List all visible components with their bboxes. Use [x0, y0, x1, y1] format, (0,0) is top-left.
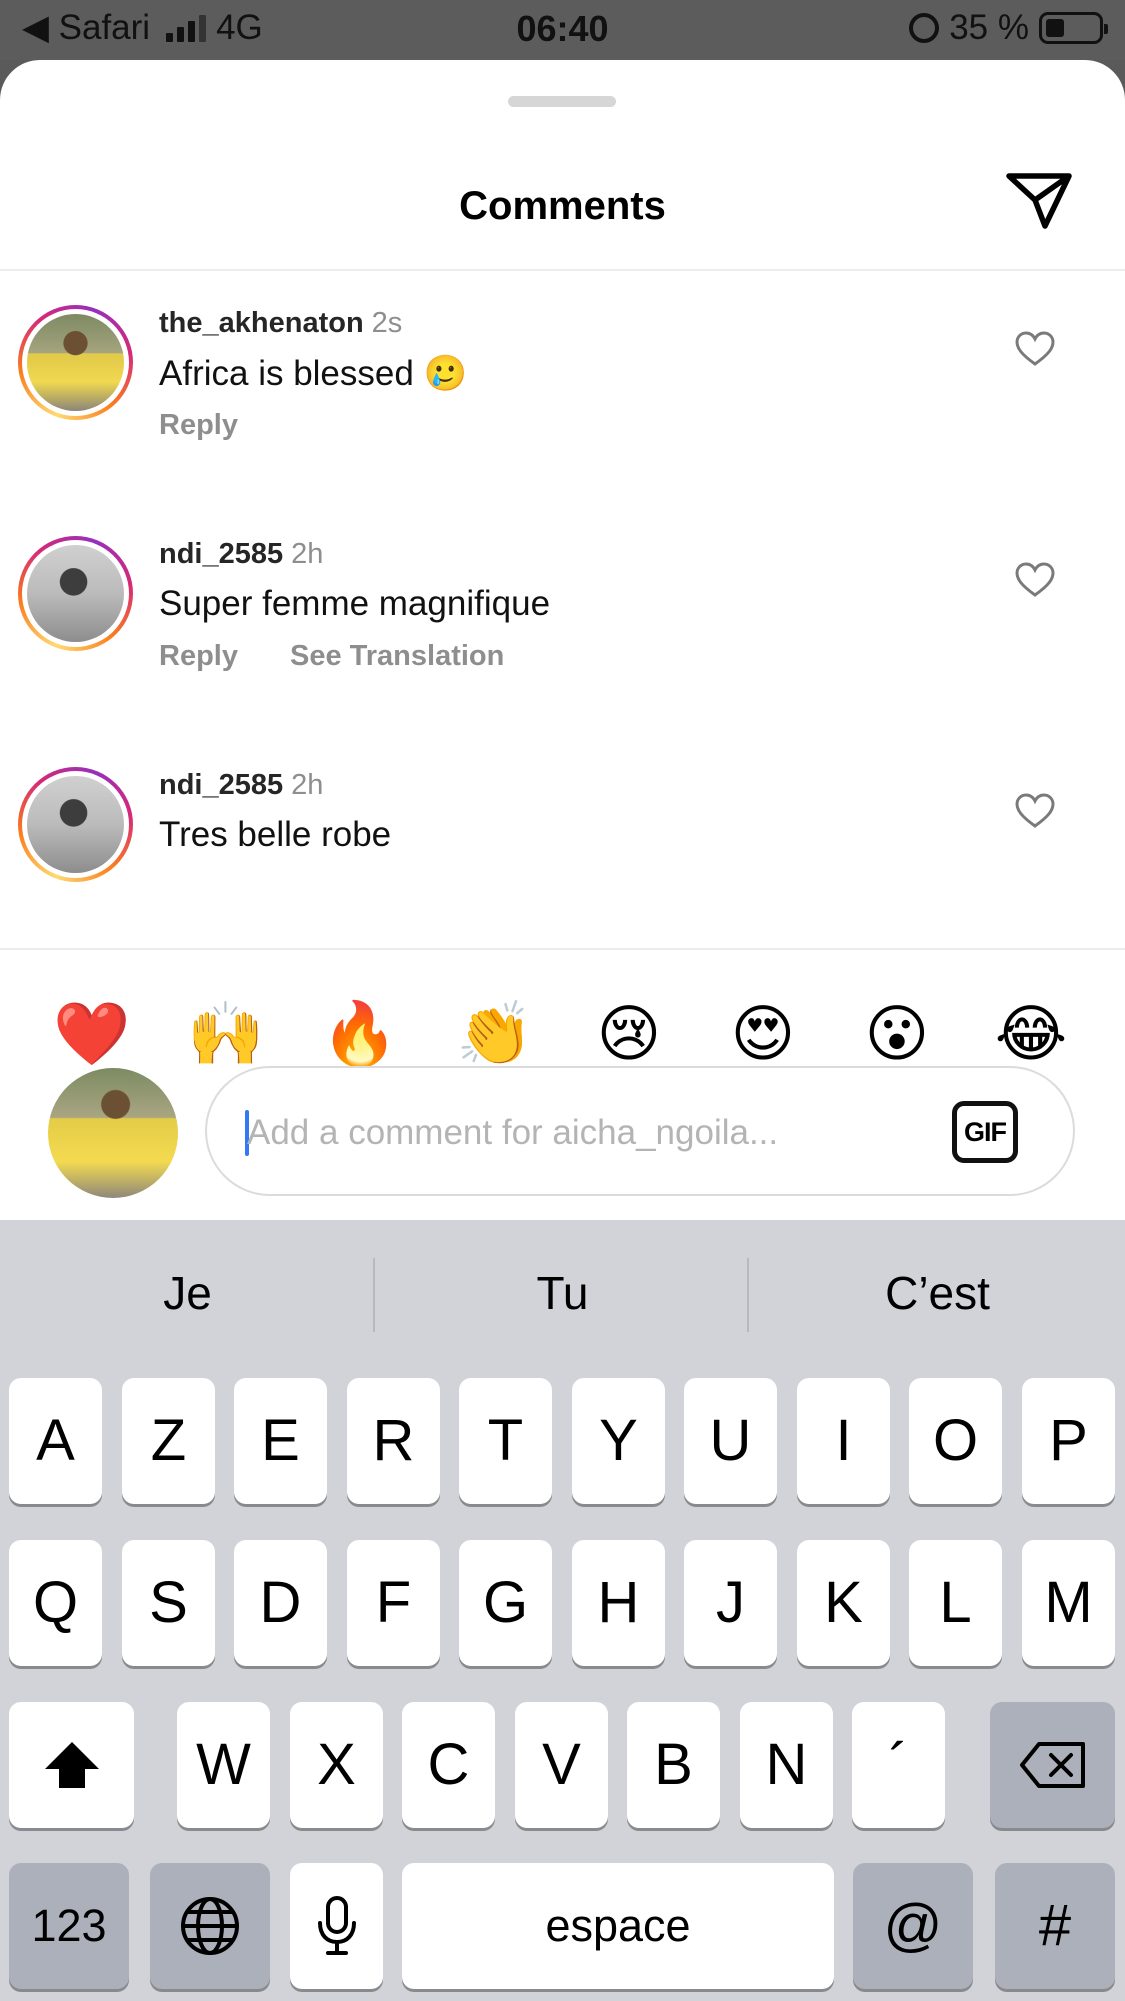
keyboard: Je Tu C’est A Z E R T Y U I O P Q S D F … [0, 1220, 1125, 2001]
battery-icon [1039, 12, 1108, 44]
comment-username[interactable]: ndi_2585 [159, 538, 283, 570]
reply-button[interactable]: Reply [159, 409, 238, 442]
comment-text: Africa is blessed 🥲 [159, 354, 468, 393]
key-a[interactable]: A [9, 1378, 102, 1504]
key-v[interactable]: V [515, 1702, 608, 1828]
key-z[interactable]: Z [122, 1378, 215, 1504]
globe-key[interactable] [150, 1863, 270, 1989]
reaction-heart-icon[interactable]: ❤️ [52, 994, 132, 1074]
sheet-grabber[interactable] [508, 96, 616, 107]
comment-input-field[interactable]: GIF [205, 1066, 1075, 1196]
comment-header: the_akhenaton 2s [159, 307, 402, 340]
comment-item: ndi_2585 2h Tres belle robe [0, 733, 1125, 948]
reactions-divider [0, 948, 1125, 950]
reaction-clap-icon[interactable]: 👏 [455, 994, 535, 1074]
avatar[interactable] [18, 767, 133, 882]
at-key[interactable]: @ [853, 1863, 973, 1989]
comment-item: ndi_2585 2h Super femme magnifique Reply … [0, 502, 1125, 733]
key-m[interactable]: M [1022, 1540, 1115, 1666]
key-c[interactable]: C [402, 1702, 495, 1828]
comment-time: 2s [371, 307, 403, 339]
alarm-icon [909, 13, 940, 43]
suggestion-separator [747, 1258, 749, 1332]
comment-input[interactable] [247, 1098, 907, 1168]
hash-key[interactable]: # [995, 1863, 1115, 1989]
key-u[interactable]: U [684, 1378, 777, 1504]
delete-key[interactable] [990, 1702, 1115, 1828]
see-translation-button[interactable]: See Translation [290, 640, 504, 673]
comment-username[interactable]: the_akhenaton [159, 307, 364, 339]
shift-key[interactable] [9, 1702, 134, 1828]
comment-header: ndi_2585 2h [159, 538, 323, 571]
comment-text: Tres belle robe [159, 815, 392, 854]
comment-time: 2h [291, 538, 324, 570]
comment-text: Super femme magnifique [159, 584, 551, 623]
send-icon[interactable] [1005, 170, 1075, 232]
suggestion-3[interactable]: C’est [750, 1266, 1125, 1320]
numbers-key[interactable]: 123 [9, 1863, 129, 1989]
avatar-photo [27, 776, 124, 873]
comments-sheet: Comments the_akhenaton 2s Africa is bless… [0, 60, 1125, 1220]
key-e[interactable]: E [234, 1378, 327, 1504]
reaction-laughing-icon[interactable]: 😂 [991, 994, 1071, 1074]
reaction-heart-eyes-icon[interactable]: 😍 [723, 994, 803, 1074]
dictation-key[interactable] [290, 1863, 383, 1989]
comment-actions: Reply See Translation [159, 640, 504, 673]
current-user-avatar [48, 1068, 178, 1198]
key-r[interactable]: R [347, 1378, 440, 1504]
key-g[interactable]: G [459, 1540, 552, 1666]
page-title: Comments [459, 184, 666, 228]
key-l[interactable]: L [909, 1540, 1002, 1666]
avatar[interactable] [18, 305, 133, 420]
microphone-icon [317, 1896, 356, 1955]
comment-username[interactable]: ndi_2585 [159, 769, 283, 801]
key-accent[interactable]: ´ [852, 1702, 945, 1828]
status-right: 35 % [909, 8, 1108, 48]
key-t[interactable]: T [459, 1378, 552, 1504]
key-i[interactable]: I [797, 1378, 890, 1504]
key-w[interactable]: W [177, 1702, 270, 1828]
key-q[interactable]: Q [9, 1540, 102, 1666]
key-f[interactable]: F [347, 1540, 440, 1666]
reaction-fire-icon[interactable]: 🔥 [320, 994, 400, 1074]
shift-arrow-icon [44, 1742, 99, 1788]
key-j[interactable]: J [684, 1540, 777, 1666]
key-x[interactable]: X [290, 1702, 383, 1828]
key-h[interactable]: H [572, 1540, 665, 1666]
comment-item: the_akhenaton 2s Africa is blessed 🥲 Repl… [0, 271, 1125, 502]
battery-percent: 35 % [949, 8, 1029, 47]
status-bar: ◀ Safari 4G 06:40 35 % [0, 0, 1125, 60]
like-heart-icon[interactable] [1015, 562, 1055, 598]
comment-time: 2h [291, 769, 324, 801]
backspace-icon [1019, 1742, 1085, 1788]
suggestion-2[interactable]: Tu [375, 1266, 750, 1320]
key-n[interactable]: N [740, 1702, 833, 1828]
avatar-photo [27, 545, 124, 642]
reaction-raised-hands-icon[interactable]: 🙌 [186, 994, 266, 1074]
like-heart-icon[interactable] [1015, 331, 1055, 367]
reply-button[interactable]: Reply [159, 640, 238, 673]
comment-list[interactable]: the_akhenaton 2s Africa is blessed 🥲 Repl… [0, 271, 1125, 948]
suggestion-1[interactable]: Je [0, 1266, 375, 1320]
space-key[interactable]: espace [402, 1863, 834, 1989]
comment-actions: Reply [159, 409, 238, 442]
gif-button[interactable]: GIF [952, 1101, 1018, 1163]
keyboard-suggestions: Je Tu C’est [0, 1220, 1125, 1370]
reaction-surprised-icon[interactable]: 😮 [857, 994, 937, 1074]
key-s[interactable]: S [122, 1540, 215, 1666]
reaction-crying-icon[interactable]: 😢 [589, 994, 669, 1074]
key-o[interactable]: O [909, 1378, 1002, 1504]
key-k[interactable]: K [797, 1540, 890, 1666]
avatar[interactable] [18, 536, 133, 651]
comment-header: ndi_2585 2h [159, 769, 323, 802]
key-y[interactable]: Y [572, 1378, 665, 1504]
quick-reactions-bar: ❤️ 🙌 🔥 👏 😢 😍 😮 😂 [0, 994, 1125, 1074]
key-p[interactable]: P [1022, 1378, 1115, 1504]
like-heart-icon[interactable] [1015, 793, 1055, 829]
globe-icon [181, 1897, 239, 1955]
key-d[interactable]: D [234, 1540, 327, 1666]
avatar-photo [27, 314, 124, 411]
key-b[interactable]: B [627, 1702, 720, 1828]
